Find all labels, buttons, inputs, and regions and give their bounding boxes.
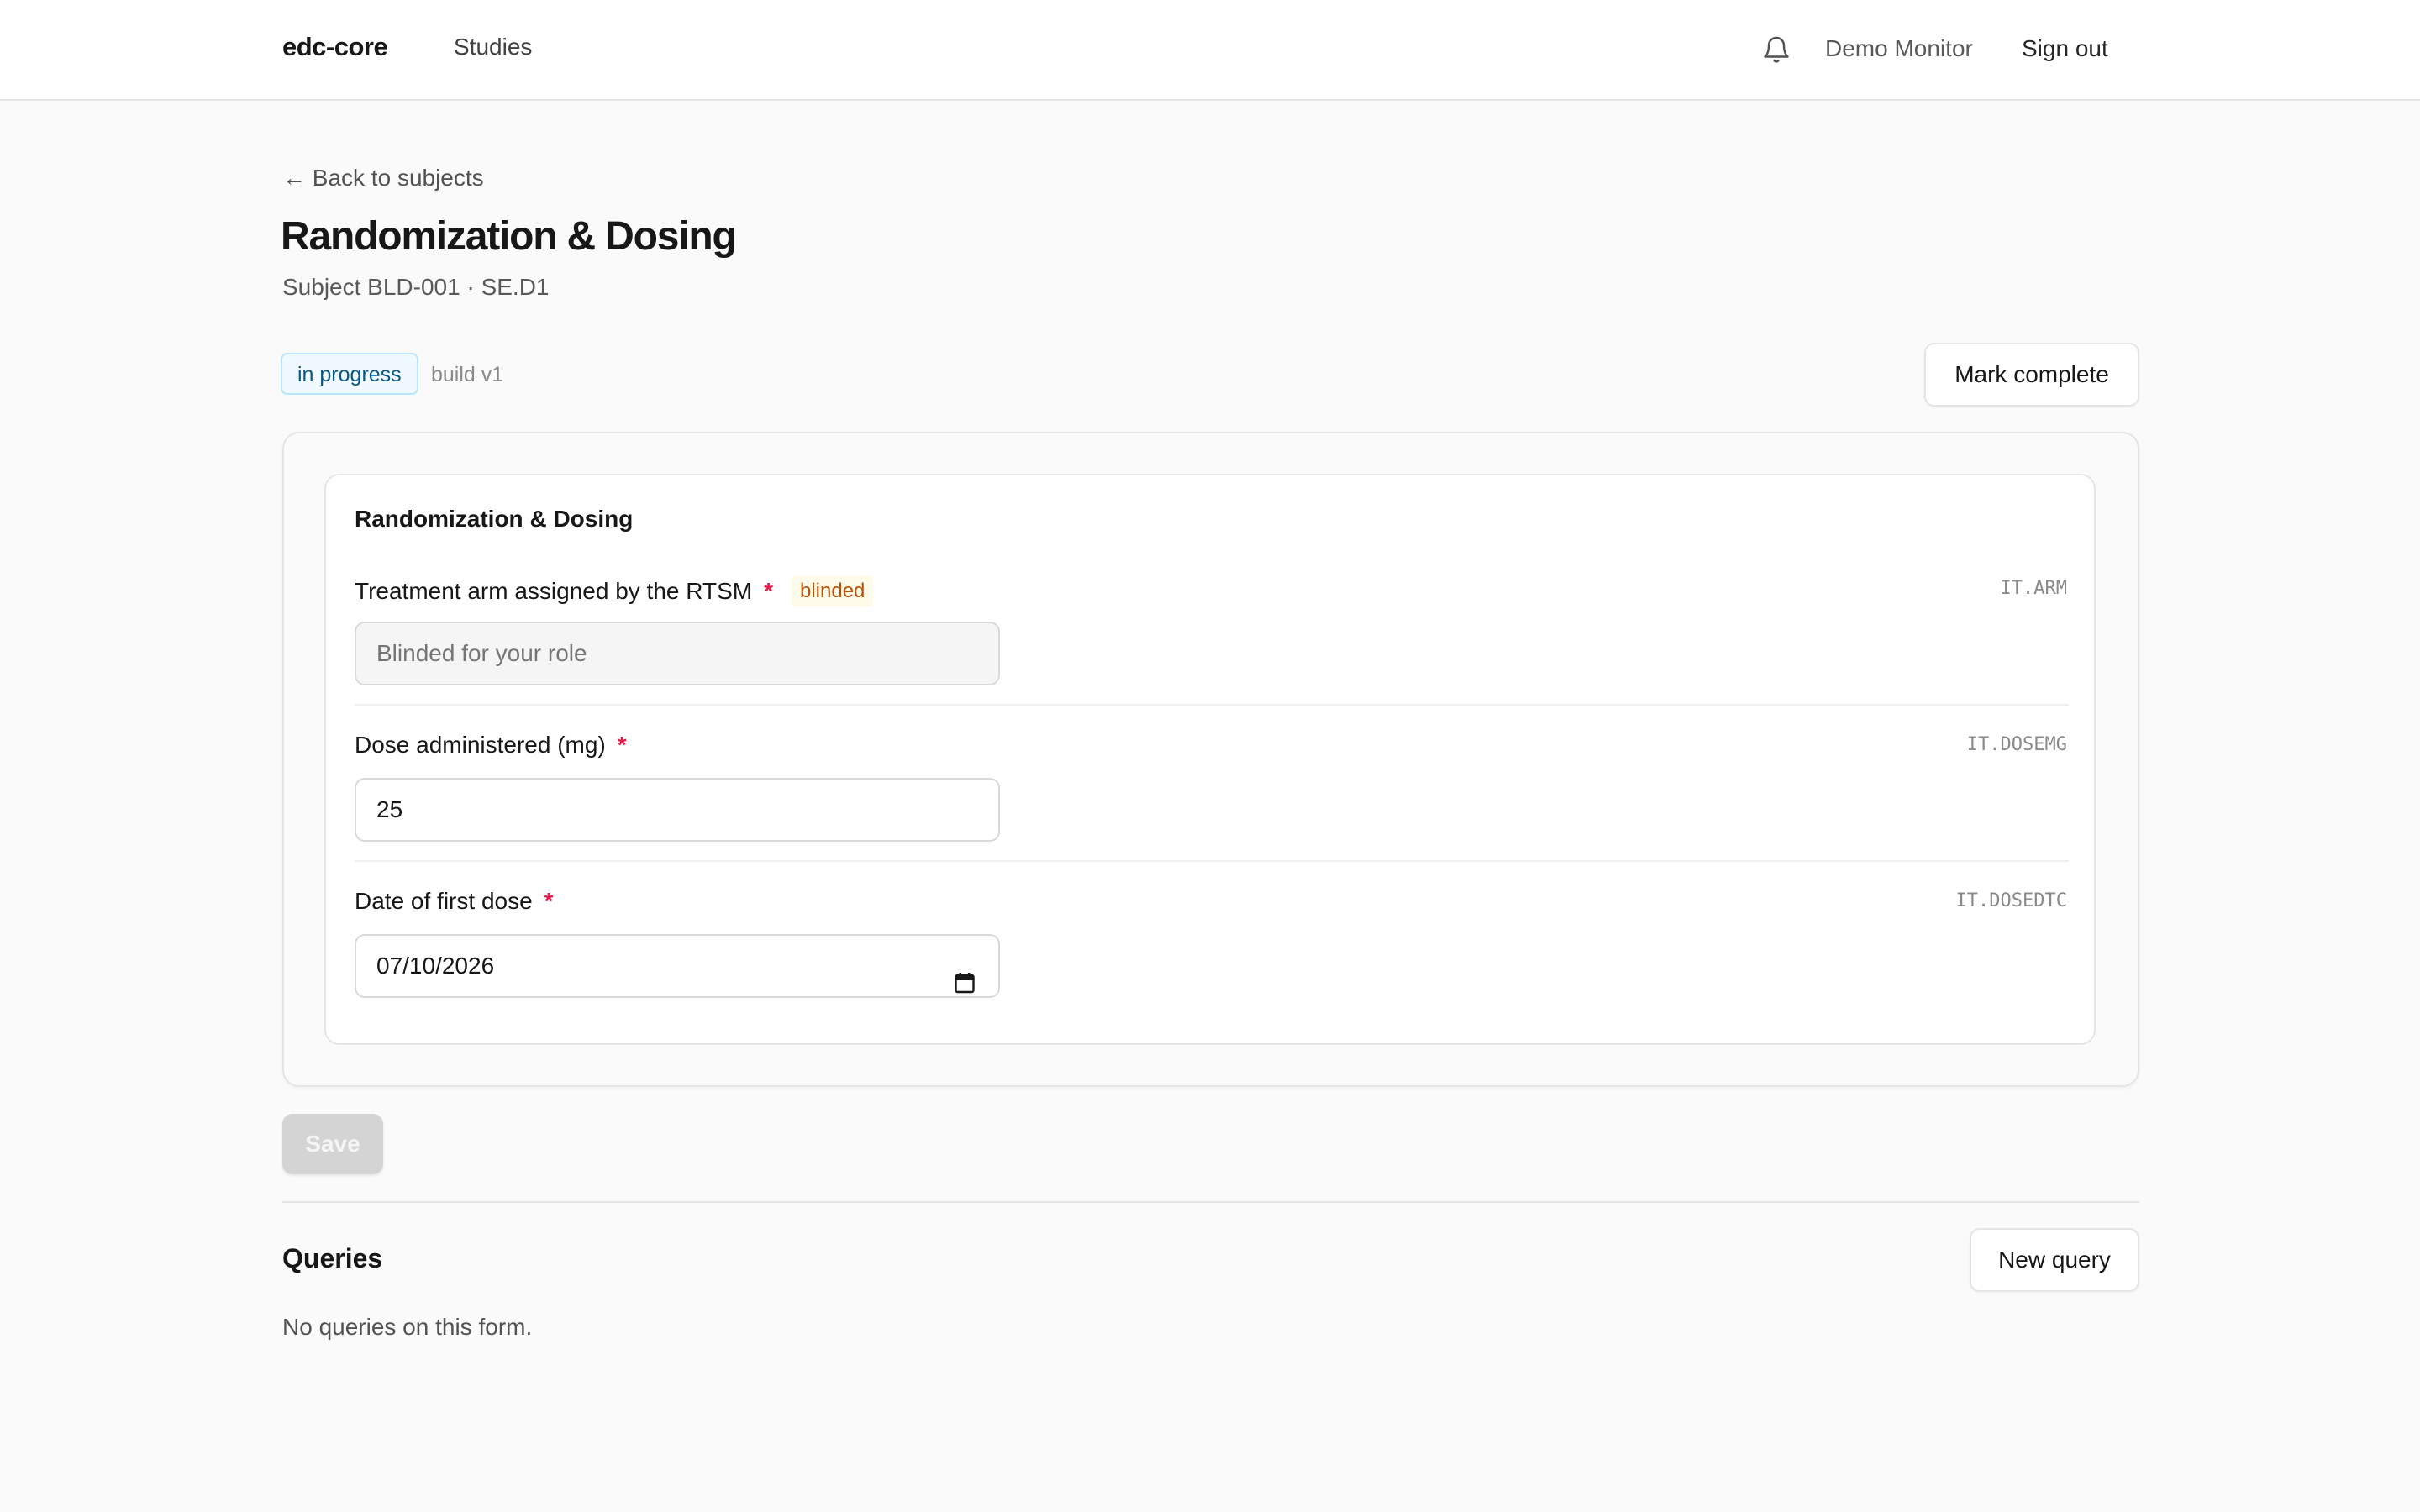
nav-link-studies[interactable]: Studies — [454, 34, 532, 60]
date-value: 07/10/2026 — [376, 953, 495, 979]
section-divider — [282, 1201, 2139, 1203]
treatment-arm-input[interactable] — [355, 622, 1000, 685]
save-button[interactable]: Save — [282, 1114, 383, 1174]
required-marker: * — [544, 888, 554, 914]
mark-complete-button[interactable]: Mark complete — [1924, 343, 2139, 407]
field-label-text: Date of first dose — [355, 888, 533, 914]
field-label-text: Treatment arm assigned by the RTSM — [355, 578, 753, 604]
top-navigation-bar: edc-core Studies Demo Monitor Sign out — [0, 0, 2420, 101]
field-label-dose: Dose administered (mg) * — [355, 732, 627, 759]
sign-out-button[interactable]: Sign out — [2022, 35, 2108, 62]
back-to-subjects-link[interactable]: ← Back to subjects — [282, 165, 484, 192]
field-divider — [355, 704, 2069, 706]
blinded-badge: blinded — [791, 575, 874, 607]
dose-input[interactable] — [355, 778, 1000, 842]
queries-heading: Queries — [282, 1243, 383, 1273]
build-label: build v1 — [431, 363, 504, 386]
field-label-treatment-arm: Treatment arm assigned by the RTSM * blind… — [355, 575, 874, 607]
first-dose-date-input[interactable]: 07/10/2026 — [355, 934, 1000, 998]
required-marker: * — [764, 578, 773, 604]
bell-icon[interactable] — [1761, 34, 1791, 67]
form-section-card: Randomization & Dosing Treatment arm ass… — [324, 474, 2096, 1045]
field-code-it-arm: IT.ARM — [2000, 578, 2067, 599]
field-divider — [355, 860, 2069, 862]
user-name: Demo Monitor — [1825, 35, 1973, 61]
new-query-button[interactable]: New query — [1970, 1228, 2139, 1292]
field-code-it-dosemg: IT.DOSEMG — [1966, 734, 2067, 755]
field-label-first-dose-date: Date of first dose * — [355, 888, 554, 915]
page-subtitle: Subject BLD-001 · SE.D1 — [282, 274, 550, 300]
queries-empty-message: No queries on this form. — [282, 1314, 533, 1340]
field-label-text: Dose administered (mg) — [355, 732, 606, 758]
field-code-it-dosedtc: IT.DOSEDTC — [1955, 890, 2067, 911]
brand-logo[interactable]: edc-core — [282, 32, 388, 62]
required-marker: * — [617, 732, 627, 758]
status-badge: in progress — [281, 353, 418, 395]
section-title: Randomization & Dosing — [355, 506, 634, 532]
calendar-icon[interactable] — [955, 956, 975, 994]
page-title: Randomization & Dosing — [281, 214, 737, 259]
